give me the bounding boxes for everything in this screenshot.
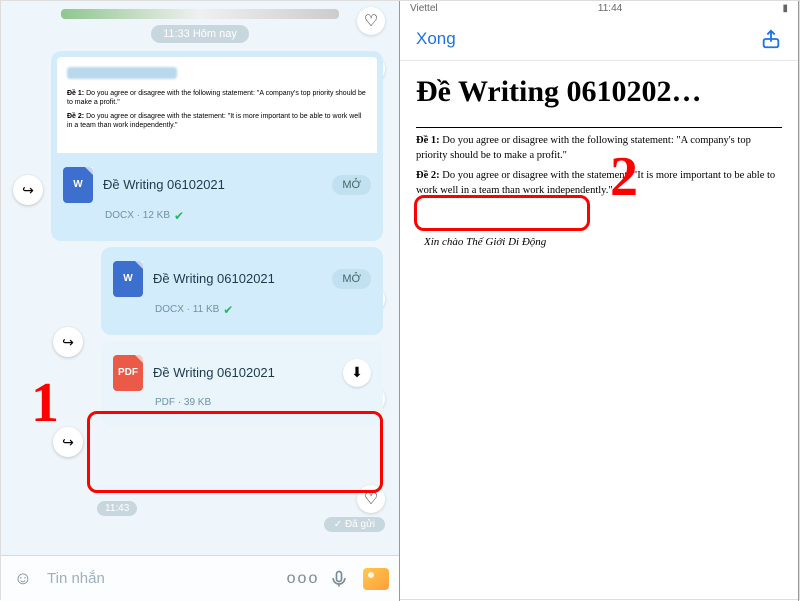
preview-de1-label: Đề 1: — [67, 90, 84, 97]
file-name: Đề Writing 06102021 — [153, 365, 333, 380]
carrier-label: Viettel — [410, 3, 438, 15]
message-input[interactable]: Tin nhắn — [47, 570, 279, 587]
document-title: Đề Writing 0610202… — [400, 61, 798, 117]
check-icon: ✔ — [223, 303, 233, 317]
file-preview-card[interactable]: Đề 1: Do you agree or disagree with the … — [51, 51, 383, 241]
status-bar: Viettel 11:44 ▮ — [400, 1, 798, 17]
word-file-icon: W — [63, 167, 93, 203]
doc-de2-label: Đề 2: — [416, 170, 440, 181]
annotation-number-2: 2 — [610, 145, 638, 209]
timestamp-pill: 11:33 Hôm nay — [151, 25, 249, 43]
file-name: Đề Writing 06102021 — [103, 177, 322, 192]
file-name: Đề Writing 06102021 — [153, 271, 322, 286]
battery-icon: ▮ — [782, 3, 788, 15]
doc-de1-text: Do you agree or disagree with the follow… — [416, 135, 751, 161]
react-heart-outline[interactable]: ♡ — [357, 7, 385, 35]
forward-button[interactable]: ↪ — [53, 327, 83, 357]
collapsed-media-strip[interactable] — [61, 9, 339, 19]
done-button[interactable]: Xong — [416, 29, 456, 49]
chat-scroll-area[interactable]: ♡ 11:33 Hôm nay ❤️ Đề 1: Do you agree or… — [1, 1, 399, 555]
file-meta: DOCX · 11 KB — [155, 304, 219, 315]
check-icon: ✔ — [174, 209, 184, 223]
share-icon[interactable] — [760, 28, 782, 50]
file-meta: DOCX · 12 KB — [105, 210, 170, 221]
sticker-icon[interactable]: ☺ — [11, 567, 35, 591]
doc-de1-label: Đề 1: — [416, 135, 440, 146]
download-button[interactable]: ⬇ — [343, 359, 371, 387]
document-preview-panel: Viettel 11:44 ▮ Xong Đề Writing 0610202…… — [400, 1, 799, 601]
gallery-icon[interactable] — [363, 568, 389, 590]
open-button[interactable]: MỞ — [332, 269, 371, 289]
clock-label: 11:44 — [598, 3, 622, 15]
annotation-box-2 — [414, 195, 590, 231]
compose-bar: ☺ Tin nhắn ooo — [1, 555, 399, 601]
timestamp-small: 11:43 — [97, 501, 137, 516]
more-icon[interactable]: ooo — [291, 567, 315, 591]
document-body: Đề 1: Do you agree or disagree with the … — [400, 117, 798, 266]
mic-icon[interactable] — [327, 567, 351, 591]
pdf-file-icon: PDF — [113, 355, 143, 391]
open-button[interactable]: MỞ — [332, 175, 371, 195]
file-meta: PDF · 39 KB — [155, 397, 211, 408]
preview-de2-text: Do you agree or disagree with the statem… — [67, 113, 361, 129]
preview-de2-label: Đề 2: — [67, 113, 84, 120]
sent-status: ✓ Đã gửi — [324, 517, 385, 532]
doc-de2-text: Do you agree or disagree with the statem… — [416, 170, 775, 196]
chat-panel: ♡ 11:33 Hôm nay ❤️ Đề 1: Do you agree or… — [1, 1, 400, 601]
word-file-icon: W — [113, 261, 143, 297]
preview-de1-text: Do you agree or disagree with the follow… — [67, 90, 366, 106]
forward-button[interactable]: ↪ — [13, 175, 43, 205]
preview-blurred-title — [67, 67, 177, 79]
file-card-docx-2[interactable]: W Đề Writing 06102021 MỞ DOCX · 11 KB ✔ — [101, 247, 383, 335]
annotation-box-1 — [87, 411, 383, 493]
preview-header: Xong — [400, 17, 798, 61]
annotation-number-1: 1 — [31, 371, 59, 435]
